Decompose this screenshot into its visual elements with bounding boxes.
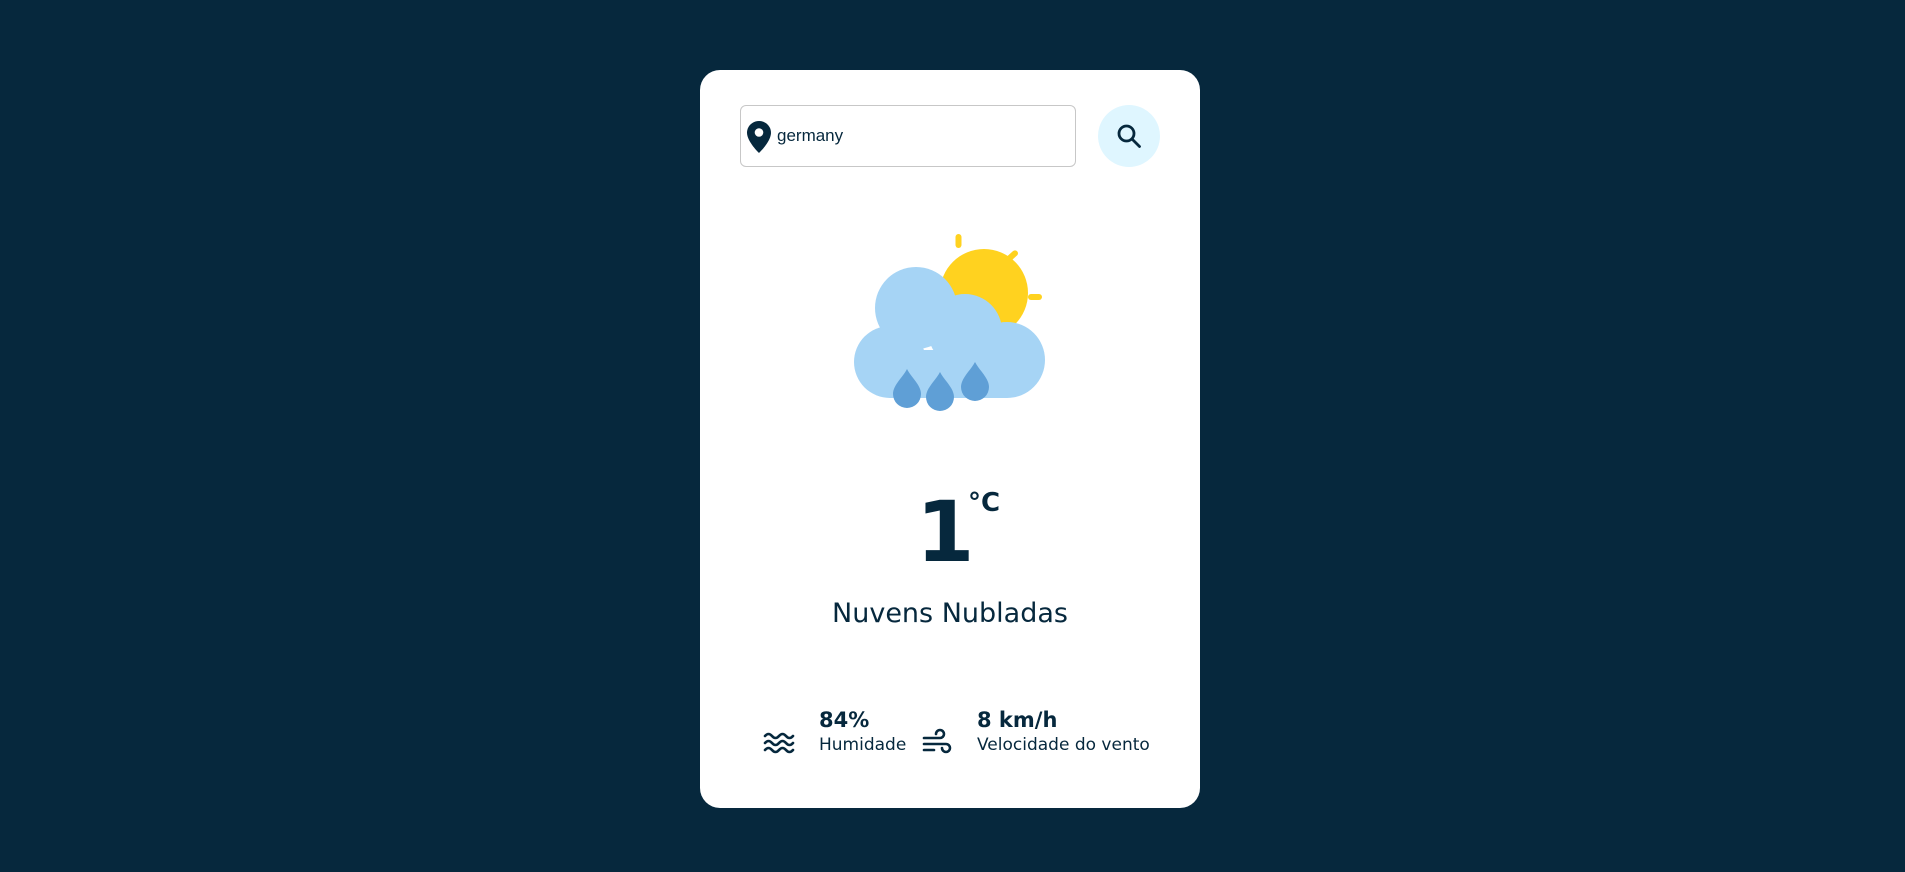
- search-input[interactable]: [777, 106, 1067, 166]
- wind-detail: 8 km/h Velocidade do vento: [920, 708, 1180, 768]
- temperature-unit: °C: [968, 488, 1001, 518]
- waves-icon: [763, 732, 795, 754]
- wind-value: 8 km/h: [977, 708, 1058, 732]
- search-box[interactable]: [740, 105, 1076, 167]
- temperature-display: 1 °C: [700, 490, 1200, 590]
- search-button[interactable]: [1098, 105, 1160, 167]
- humidity-value: 84%: [819, 708, 870, 732]
- wind-icon: [922, 728, 952, 754]
- humidity-detail: 84% Humidade: [762, 708, 912, 768]
- weather-description: Nuvens Nubladas: [832, 598, 1068, 629]
- humidity-label: Humidade: [819, 735, 907, 755]
- wind-label: Velocidade do vento: [977, 735, 1150, 755]
- search-icon: [1117, 124, 1141, 148]
- sun-cloud-rain-icon: [854, 234, 1045, 411]
- map-pin-icon: [747, 121, 771, 153]
- weather-card: 1 °C Nuvens Nubladas 84% Humidade 8 km/h…: [700, 70, 1200, 808]
- temperature-value: 1: [916, 483, 975, 581]
